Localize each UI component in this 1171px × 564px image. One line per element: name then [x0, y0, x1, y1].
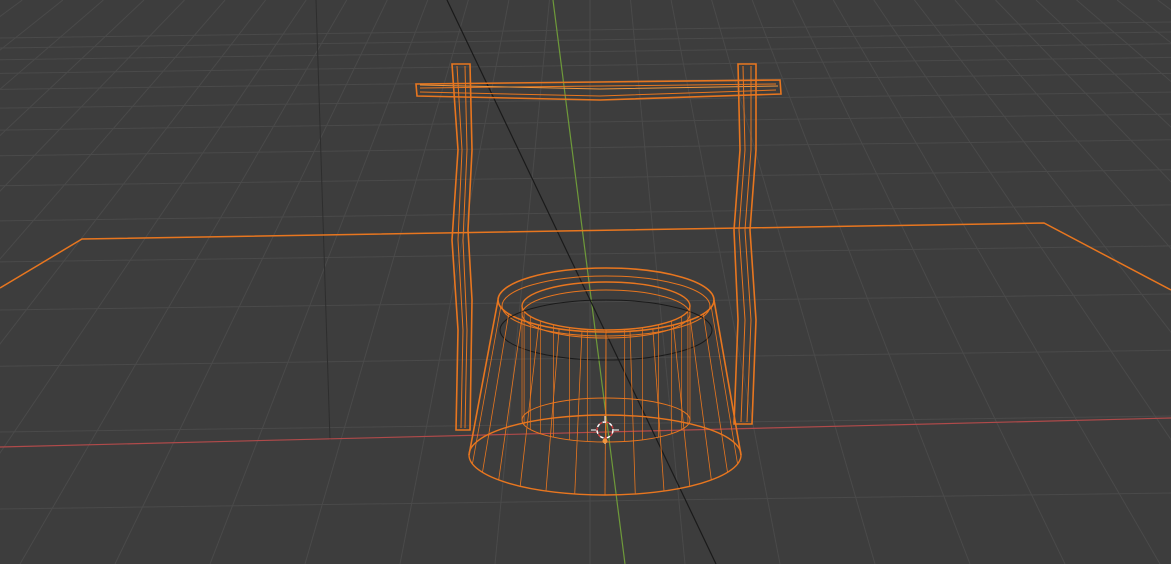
grid-line	[1157, 0, 1171, 11]
wire	[498, 319, 522, 480]
grid-line	[792, 0, 1066, 564]
grid-line	[0, 0, 104, 90]
3d-viewport[interactable]	[0, 0, 1171, 564]
grid-line	[0, 492, 1171, 510]
grid-line	[751, 0, 971, 564]
grid-line	[0, 56, 1171, 74]
wire	[545, 328, 560, 492]
wire	[710, 307, 738, 464]
grid-line	[0, 204, 1171, 222]
grid-line	[19, 0, 348, 564]
grid-line	[954, 0, 1171, 250]
left-post	[451, 63, 473, 431]
outer-rim-inner	[501, 275, 711, 337]
grid-line	[0, 0, 267, 345]
grid-line	[0, 0, 307, 454]
viewport-canvas[interactable]	[0, 0, 1171, 564]
grid-line	[0, 139, 1171, 157]
wire	[629, 331, 636, 495]
grid-line	[832, 0, 1161, 564]
object-origin	[602, 438, 608, 444]
grid-line	[0, 0, 185, 192]
wire	[574, 331, 583, 495]
grid-line	[630, 0, 686, 564]
grid-line	[995, 0, 1171, 183]
grid-line	[0, 21, 1171, 39]
grid-line	[1035, 0, 1171, 128]
grid-line	[0, 169, 1171, 187]
inner-rim	[521, 281, 691, 331]
right-post	[733, 63, 757, 425]
grid-line	[0, 0, 145, 137]
grid-line	[0, 0, 226, 260]
grid-line	[0, 349, 1171, 367]
grid-line	[0, 415, 1171, 433]
grid-line	[0, 293, 1171, 311]
x-axis-line	[0, 417, 1171, 448]
silhouette-edge	[713, 299, 742, 456]
grid-line	[913, 0, 1171, 334]
grid-line	[315, 0, 331, 441]
camera-view-line	[446, 0, 717, 564]
well-object[interactable]	[415, 63, 782, 496]
